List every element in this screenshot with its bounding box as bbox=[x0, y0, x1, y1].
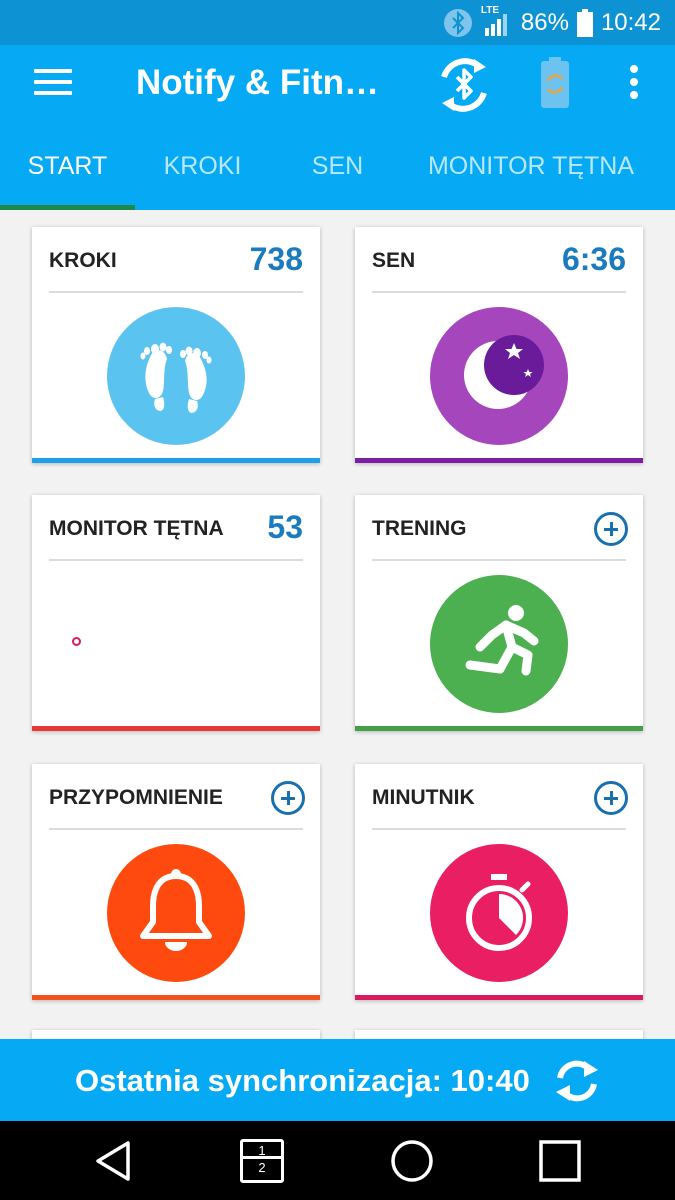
clock: 10:42 bbox=[600, 8, 661, 36]
tab-monitor-tetna[interactable]: MONITOR TĘTNA bbox=[405, 125, 657, 210]
add-training-button[interactable] bbox=[594, 512, 628, 546]
reminder-card[interactable]: PRZYPOMNIENIE bbox=[32, 764, 320, 1000]
timer-card-title: MINUTNIK bbox=[372, 786, 475, 809]
tab-start[interactable]: START bbox=[0, 125, 135, 210]
divider bbox=[49, 828, 303, 830]
heart-rate-card-title: MONITOR TĘTNA bbox=[49, 517, 224, 540]
tab-bar: START KROKI SEN MONITOR TĘTNA bbox=[0, 125, 675, 210]
training-card[interactable]: TRENING bbox=[355, 495, 643, 731]
steps-card-title: KROKI bbox=[49, 249, 117, 272]
phone-battery-icon bbox=[576, 8, 593, 37]
last-sync-text: Ostatnia synchronizacja: 10:40 bbox=[75, 1063, 530, 1098]
steps-count: 738 bbox=[249, 241, 303, 277]
training-color-bar bbox=[355, 726, 643, 731]
divider bbox=[372, 291, 626, 293]
app-bar: Notify & Fitne… bbox=[0, 45, 675, 125]
add-timer-button[interactable] bbox=[594, 781, 628, 815]
dual-window-top-label: 1 bbox=[243, 1142, 281, 1159]
divider bbox=[49, 559, 303, 561]
moon-stars-icon bbox=[464, 335, 544, 409]
signal-icon: LTE bbox=[481, 5, 513, 38]
heart-rate-color-bar bbox=[32, 726, 320, 731]
recents-square-icon[interactable] bbox=[536, 1137, 584, 1185]
system-nav-bar: 1 2 bbox=[0, 1121, 675, 1200]
training-card-title: TRENING bbox=[372, 517, 467, 540]
divider bbox=[49, 291, 303, 293]
footprints-icon bbox=[140, 342, 212, 413]
divider bbox=[372, 828, 626, 830]
tab-kroki[interactable]: KROKI bbox=[135, 125, 270, 210]
home-circle-icon[interactable] bbox=[388, 1137, 436, 1185]
app-title: Notify & Fitne… bbox=[136, 63, 396, 102]
timer-color-bar bbox=[355, 995, 643, 1000]
band-battery-icon bbox=[541, 57, 569, 108]
sleep-color-bar bbox=[355, 458, 643, 463]
heart-rate-card[interactable]: MONITOR TĘTNA 53 bbox=[32, 495, 320, 731]
steps-color-bar bbox=[32, 458, 320, 463]
sync-icon[interactable] bbox=[554, 1058, 600, 1104]
status-bar: LTE 86% 10:42 bbox=[0, 0, 675, 45]
running-person-icon bbox=[465, 605, 539, 676]
dual-window-bottom-label: 2 bbox=[258, 1160, 266, 1175]
hamburger-menu-icon[interactable] bbox=[34, 69, 72, 101]
training-icon-circle bbox=[430, 575, 568, 713]
battery-percent: 86% bbox=[520, 8, 569, 36]
bell-icon bbox=[140, 869, 212, 951]
divider bbox=[372, 559, 626, 561]
timer-icon-circle bbox=[430, 844, 568, 982]
add-reminder-button[interactable] bbox=[271, 781, 305, 815]
steps-icon-circle bbox=[107, 307, 245, 445]
heart-rate-graph-point bbox=[72, 637, 81, 646]
bluetooth-icon bbox=[443, 8, 472, 37]
back-triangle-icon[interactable] bbox=[90, 1137, 138, 1185]
last-sync-bar[interactable]: Ostatnia synchronizacja: 10:40 bbox=[0, 1039, 675, 1121]
timer-card[interactable]: MINUTNIK bbox=[355, 764, 643, 1000]
heart-rate-value: 53 bbox=[267, 509, 303, 545]
sleep-card-title: SEN bbox=[372, 249, 416, 272]
stopwatch-icon bbox=[466, 874, 532, 951]
more-vertical-icon[interactable] bbox=[622, 65, 646, 105]
reminder-icon-circle bbox=[107, 844, 245, 982]
dual-window-icon[interactable]: 1 2 bbox=[240, 1139, 284, 1183]
sleep-icon-circle bbox=[430, 307, 568, 445]
bluetooth-sync-icon[interactable] bbox=[430, 55, 498, 115]
reminder-card-title: PRZYPOMNIENIE bbox=[49, 786, 223, 809]
reminder-color-bar bbox=[32, 995, 320, 1000]
steps-card[interactable]: KROKI 738 bbox=[32, 227, 320, 463]
active-tab-indicator bbox=[0, 205, 135, 210]
tab-sen[interactable]: SEN bbox=[270, 125, 405, 210]
sleep-card[interactable]: SEN 6:36 bbox=[355, 227, 643, 463]
sleep-duration: 6:36 bbox=[561, 241, 626, 277]
